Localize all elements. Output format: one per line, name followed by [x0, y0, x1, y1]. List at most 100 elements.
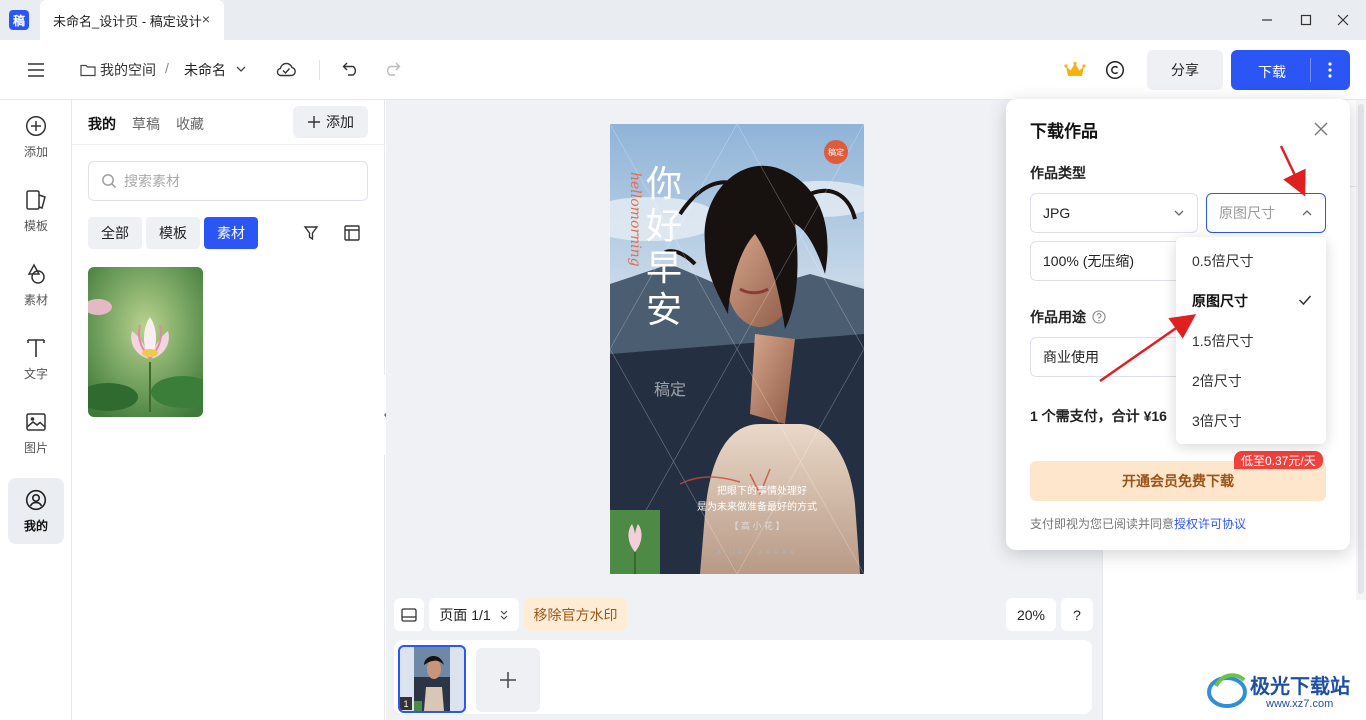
toggle-bottom-panel-icon[interactable]: [394, 598, 424, 631]
poster-title-char: 你: [646, 164, 683, 205]
poster-quote-line2: 是为未来做准备最好的方式: [697, 502, 817, 513]
redo-icon[interactable]: [382, 59, 402, 79]
tab-mine[interactable]: 我的: [88, 114, 116, 134]
vertical-scrollbar[interactable]: [1356, 100, 1366, 600]
size-dropdown-menu: 0.5倍尺寸 原图尺寸 1.5倍尺寸 2倍尺寸 3倍尺寸: [1176, 237, 1326, 444]
rail-item-template[interactable]: 模板: [8, 178, 64, 244]
menu-icon[interactable]: [26, 60, 46, 80]
search-input[interactable]: 搜索素材: [88, 161, 368, 201]
chevron-up-icon: [1302, 210, 1312, 216]
poster-design[interactable]: 稿定 你 好 早 安 hellomorning 稿定 把眼下的事情处理好 是为未…: [610, 124, 864, 574]
breadcrumb-my-space[interactable]: 我的空间: [80, 60, 156, 80]
size-option-label: 原图尺寸: [1192, 293, 1248, 309]
document-name[interactable]: 未命名: [184, 60, 226, 80]
quality-select[interactable]: 100% (无压缩): [1030, 241, 1190, 281]
rail-item-material[interactable]: 素材: [8, 252, 64, 318]
size-option[interactable]: 1.5倍尺寸: [1176, 321, 1326, 361]
agreement-text: 支付即视为您已阅读并同意授权许可协议: [1030, 515, 1246, 532]
check-icon: [1298, 295, 1312, 306]
page-thumbnail[interactable]: 1: [398, 645, 466, 713]
plus-circle-icon: [25, 115, 47, 136]
usage-label-text: 作品用途: [1030, 309, 1086, 325]
folder-icon: [80, 64, 96, 77]
poster-script-text: hellomorning: [627, 172, 643, 267]
browser-tab[interactable]: 未命名_设计页 - 稿定设计 ×: [40, 0, 224, 40]
plus-icon: [308, 116, 320, 128]
material-thumbnail-lotus[interactable]: [88, 267, 203, 417]
size-option[interactable]: 3倍尺寸: [1176, 401, 1326, 441]
chevron-down-icon: [1174, 210, 1184, 216]
page-selector[interactable]: 页面 1/1: [429, 598, 519, 631]
rail-label: 添加: [23, 144, 48, 159]
search-placeholder: 搜索素材: [124, 173, 180, 189]
copyright-icon[interactable]: [1104, 59, 1126, 81]
usage-label: 作品用途: [1030, 307, 1106, 327]
tab-drafts[interactable]: 草稿: [132, 114, 160, 134]
filter-icon[interactable]: [302, 224, 320, 242]
filter-chip-all[interactable]: 全部: [88, 217, 142, 249]
filter-chip-material[interactable]: 素材: [204, 217, 258, 249]
search-icon: [102, 174, 116, 188]
add-page-button[interactable]: [476, 648, 540, 712]
close-icon[interactable]: [1311, 119, 1331, 139]
rail-label: 我的: [23, 518, 48, 533]
rail-label: 文字: [23, 366, 48, 381]
size-select[interactable]: 原图尺寸: [1206, 193, 1326, 233]
undo-icon[interactable]: [341, 59, 361, 79]
rail-label: 模板: [23, 218, 48, 233]
poster-watermark: 稿定: [654, 382, 687, 399]
site-url: www.xz7.com: [1266, 698, 1334, 710]
scrollbar-thumb[interactable]: [1358, 104, 1364, 594]
breadcrumb-space-label: 我的空间: [100, 62, 156, 78]
type-label: 作品类型: [1030, 165, 1086, 181]
rail-item-text[interactable]: 文字: [8, 326, 64, 392]
remove-watermark-button[interactable]: 移除官方水印: [524, 598, 627, 631]
window-close-icon[interactable]: [1333, 10, 1353, 30]
share-button[interactable]: 分享: [1147, 50, 1223, 90]
rail-item-add[interactable]: 添加: [8, 104, 64, 170]
size-option[interactable]: 2倍尺寸: [1176, 361, 1326, 401]
layout-icon[interactable]: [343, 224, 361, 242]
site-watermark: 极光下载站 www.xz7.com: [1206, 664, 1366, 716]
poster-author: 【 高 小 花 】: [729, 521, 785, 531]
design-canvas: 稿定 你 好 早 安 hellomorning 稿定 把眼下的事情处理好 是为未…: [386, 100, 1102, 720]
poster-title: 你 好 早 安: [646, 164, 686, 332]
download-button[interactable]: 下载: [1231, 50, 1350, 90]
size-option[interactable]: 0.5倍尺寸: [1176, 241, 1326, 281]
help-button[interactable]: ?: [1061, 598, 1093, 631]
tab-favorites[interactable]: 收藏: [176, 114, 204, 134]
rail-item-mine[interactable]: 我的: [8, 478, 64, 544]
maximize-icon[interactable]: [1296, 10, 1316, 30]
shapes-icon: [27, 262, 45, 284]
add-material-button[interactable]: 添加: [293, 106, 368, 138]
text-icon: [27, 338, 45, 357]
cloud-save-icon[interactable]: [274, 58, 298, 80]
size-option-selected[interactable]: 原图尺寸: [1176, 281, 1326, 321]
format-select[interactable]: JPG: [1030, 193, 1198, 233]
poster-badge: 稿定: [824, 140, 848, 164]
zoom-level[interactable]: 20%: [1006, 598, 1056, 631]
poster-title-char: 安: [646, 290, 683, 331]
usage-select[interactable]: 商业使用: [1030, 337, 1190, 377]
panel-divider: [72, 144, 385, 145]
rail-label: 图片: [23, 440, 48, 455]
poster-quote: 把眼下的事情处理好 是为未来做准备最好的方式: [610, 484, 864, 516]
add-label: 添加: [326, 114, 354, 130]
page-label: 页面 1/1: [439, 606, 491, 623]
rail-item-image[interactable]: 图片: [8, 400, 64, 466]
help-circle-icon[interactable]: [1092, 310, 1106, 324]
minimize-icon[interactable]: [1257, 10, 1277, 30]
license-link[interactable]: 授权许可协议: [1174, 517, 1246, 531]
left-rail: 添加 模板 素材 文字 图片 我的: [0, 100, 72, 720]
crown-vip-icon[interactable]: [1064, 60, 1086, 80]
tab-close-icon[interactable]: ×: [202, 11, 210, 27]
page-number-badge: 1: [400, 697, 412, 710]
chevron-down-icon[interactable]: [234, 62, 248, 76]
more-options-icon[interactable]: [1320, 60, 1340, 80]
size-value: 原图尺寸: [1219, 205, 1275, 221]
dialog-title: 下载作品: [1030, 122, 1098, 141]
breadcrumb-separator: /: [165, 60, 169, 76]
format-value: JPG: [1043, 205, 1071, 221]
filter-chip-template[interactable]: 模板: [146, 217, 200, 249]
tab-title: 未命名_设计页 - 稿定设计: [53, 13, 202, 29]
